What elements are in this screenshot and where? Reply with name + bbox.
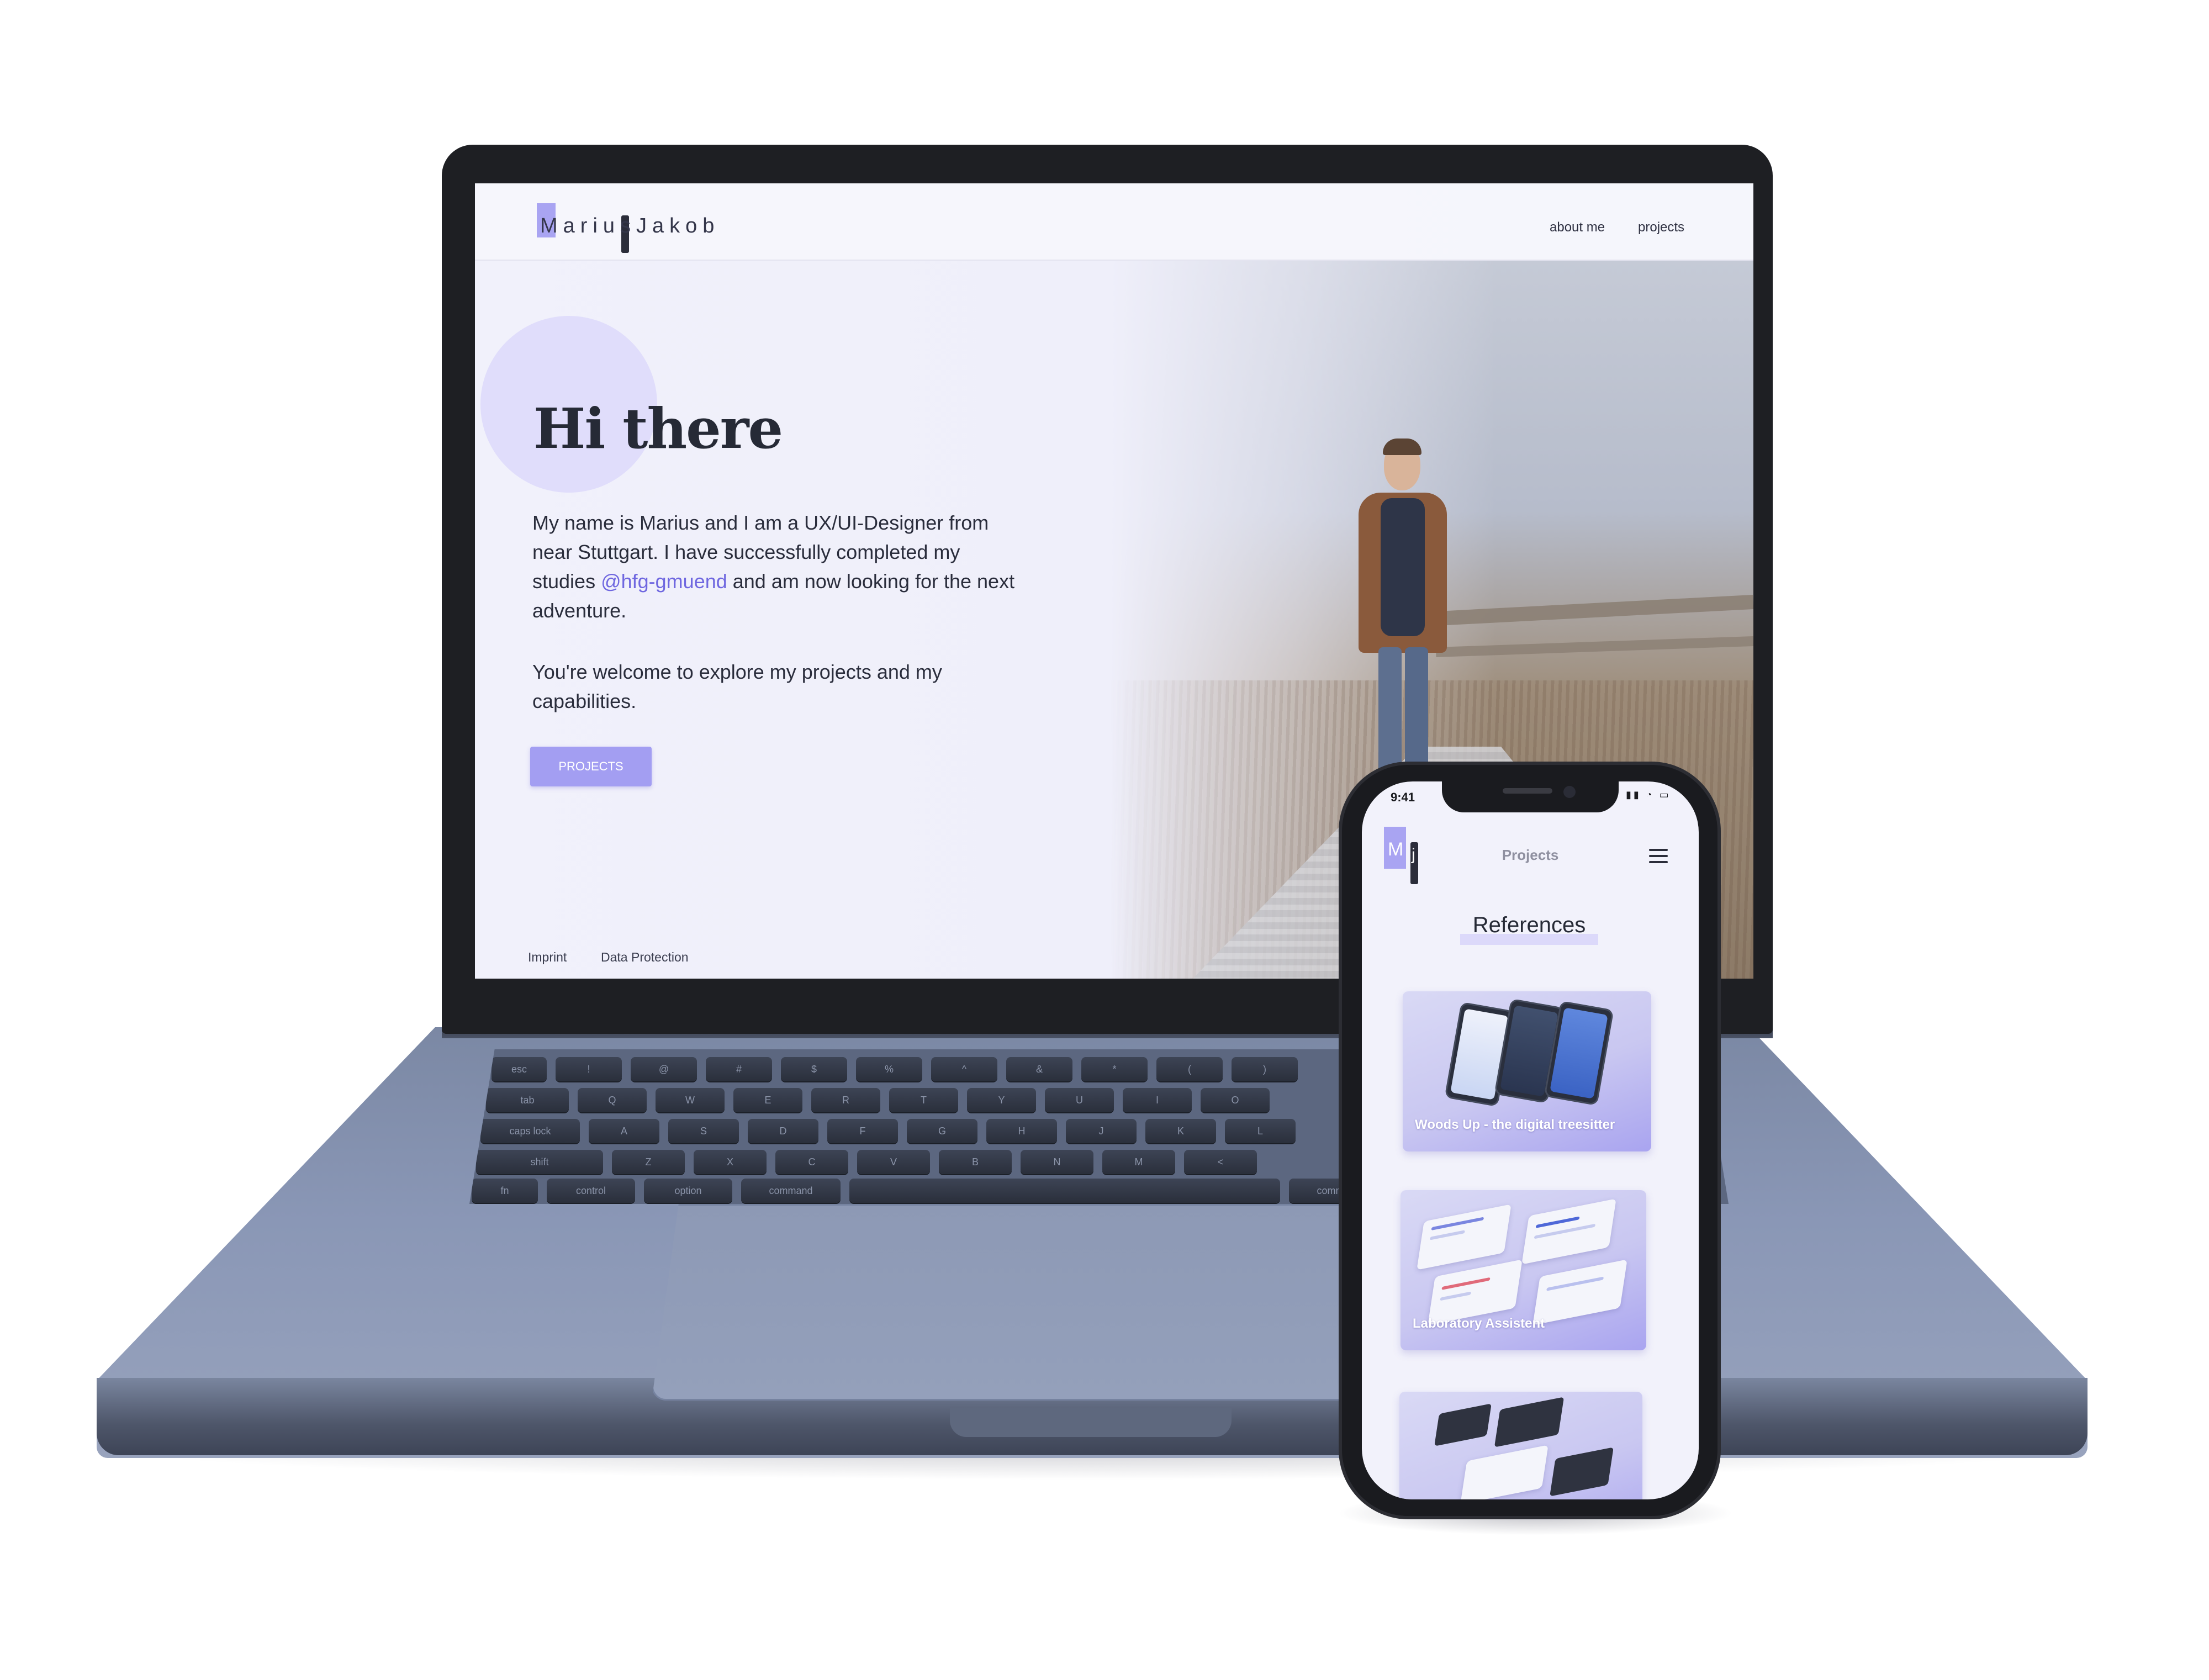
app-screenshot: [1460, 1445, 1549, 1499]
key[interactable]: S: [668, 1119, 739, 1143]
person-hoodie: [1381, 498, 1425, 636]
key[interactable]: N: [1021, 1150, 1093, 1174]
spacebar-key[interactable]: [849, 1179, 1280, 1203]
dashboard-screenshot: [1532, 1259, 1627, 1325]
key[interactable]: @: [631, 1057, 697, 1081]
key[interactable]: D: [748, 1119, 818, 1143]
speaker-icon: [1503, 788, 1552, 794]
hero-intro-line: studies @hfg-gmuend and am now looking f…: [532, 567, 1063, 596]
hfg-gmuend-link[interactable]: @hfg-gmuend: [601, 570, 727, 593]
keyboard-row-5: fn control option command command: [472, 1179, 1388, 1203]
key[interactable]: control: [547, 1179, 635, 1203]
key[interactable]: G: [907, 1119, 977, 1143]
phone-logo-letter: M: [1388, 839, 1404, 860]
key[interactable]: E: [733, 1088, 802, 1112]
key[interactable]: Y: [967, 1088, 1036, 1112]
key[interactable]: R: [811, 1088, 880, 1112]
key[interactable]: caps lock: [480, 1119, 580, 1143]
key[interactable]: J: [1066, 1119, 1137, 1143]
project-card[interactable]: [1399, 1392, 1642, 1499]
references-title: References: [1472, 913, 1586, 937]
hero-title: Hi there: [533, 396, 783, 461]
key[interactable]: *: [1081, 1057, 1148, 1081]
dashboard-screenshot: [1417, 1204, 1512, 1270]
key[interactable]: W: [656, 1088, 725, 1112]
keyboard-row-4: shift Z X C V B N M <: [476, 1150, 1257, 1174]
project-card-title: Laboratory Assistent: [1413, 1316, 1545, 1331]
keyboard-row-2: tab Q W E R T Y U I O: [486, 1088, 1270, 1112]
key[interactable]: ): [1232, 1057, 1298, 1081]
nav-about-me[interactable]: about me: [1550, 220, 1605, 235]
phone-screen: 9:41 ▮▮ ◔ ▭ M j Projects References Wood…: [1362, 781, 1699, 1499]
hero-welcome-line: You're welcome to explore my projects an…: [532, 661, 942, 683]
key[interactable]: &: [1006, 1057, 1072, 1081]
app-screenshot: [1550, 1447, 1614, 1497]
key[interactable]: H: [986, 1119, 1057, 1143]
key[interactable]: B: [939, 1150, 1012, 1174]
project-card-title: Woods Up - the digital treesitter: [1415, 1117, 1615, 1132]
key[interactable]: command: [741, 1179, 841, 1203]
key[interactable]: V: [857, 1150, 930, 1174]
data-protection-link[interactable]: Data Protection: [601, 950, 689, 965]
laptop-opening-notch: [950, 1408, 1232, 1437]
logo[interactable]: MariusJakob: [540, 214, 720, 238]
imprint-link[interactable]: Imprint: [528, 950, 567, 965]
key[interactable]: O: [1201, 1088, 1270, 1112]
key[interactable]: esc: [492, 1057, 547, 1081]
projects-button[interactable]: PROJECTS: [530, 747, 652, 786]
key[interactable]: !: [556, 1057, 622, 1081]
key[interactable]: I: [1123, 1088, 1192, 1112]
key[interactable]: $: [781, 1057, 847, 1081]
status-time: 9:41: [1391, 790, 1415, 804]
key[interactable]: M: [1102, 1150, 1175, 1174]
status-icons: ▮▮ ◔ ▭: [1626, 789, 1671, 800]
keyboard-row-1: esc ! @ # $ % ^ & * ( ): [492, 1057, 1298, 1081]
app-screenshot: [1434, 1403, 1492, 1446]
project-card-woods-up[interactable]: Woods Up - the digital treesitter: [1403, 991, 1651, 1151]
dashboard-screenshot: [1428, 1259, 1523, 1325]
key[interactable]: U: [1045, 1088, 1114, 1112]
key[interactable]: T: [889, 1088, 958, 1112]
keyboard-row-3: caps lock A S D F G H J K L: [480, 1119, 1296, 1143]
key[interactable]: Q: [578, 1088, 647, 1112]
hero-intro-line: My name is Marius and I am a UX/UI-Desig…: [532, 511, 989, 534]
hero-intro-text: and am now looking for the next: [727, 570, 1015, 593]
hamburger-menu-icon[interactable]: [1649, 849, 1668, 863]
hero-welcome-line: capabilities.: [532, 690, 637, 712]
key[interactable]: option: [644, 1179, 732, 1203]
key[interactable]: Z: [612, 1150, 685, 1174]
key[interactable]: ^: [931, 1057, 997, 1081]
app-screenshot: [1494, 1397, 1565, 1447]
key[interactable]: (: [1156, 1057, 1223, 1081]
phone-nav-title: Projects: [1502, 847, 1559, 863]
site-header: MariusJakob about me projects: [475, 183, 1753, 261]
key[interactable]: %: [856, 1057, 922, 1081]
key[interactable]: C: [775, 1150, 848, 1174]
project-card-laboratory-assistent[interactable]: Laboratory Assistent: [1401, 1190, 1646, 1350]
hero-intro-line: near Stuttgart. I have successfully comp…: [532, 541, 960, 563]
key[interactable]: fn: [472, 1179, 538, 1203]
hero-intro-text: studies: [532, 570, 601, 593]
key[interactable]: #: [706, 1057, 772, 1081]
key[interactable]: shift: [476, 1150, 603, 1174]
key[interactable]: L: [1225, 1119, 1296, 1143]
nav-projects[interactable]: projects: [1638, 220, 1684, 235]
key[interactable]: K: [1145, 1119, 1216, 1143]
phone-notch: [1442, 781, 1619, 812]
key[interactable]: F: [827, 1119, 898, 1143]
person-hair: [1383, 439, 1421, 455]
dashboard-screenshot: [1521, 1198, 1616, 1265]
key[interactable]: A: [589, 1119, 659, 1143]
hero-intro-line: adventure.: [532, 599, 627, 622]
key[interactable]: tab: [486, 1088, 569, 1112]
phone-logo-letter: j: [1412, 846, 1415, 864]
key[interactable]: X: [694, 1150, 767, 1174]
camera-icon: [1563, 786, 1576, 798]
key[interactable]: <: [1184, 1150, 1257, 1174]
